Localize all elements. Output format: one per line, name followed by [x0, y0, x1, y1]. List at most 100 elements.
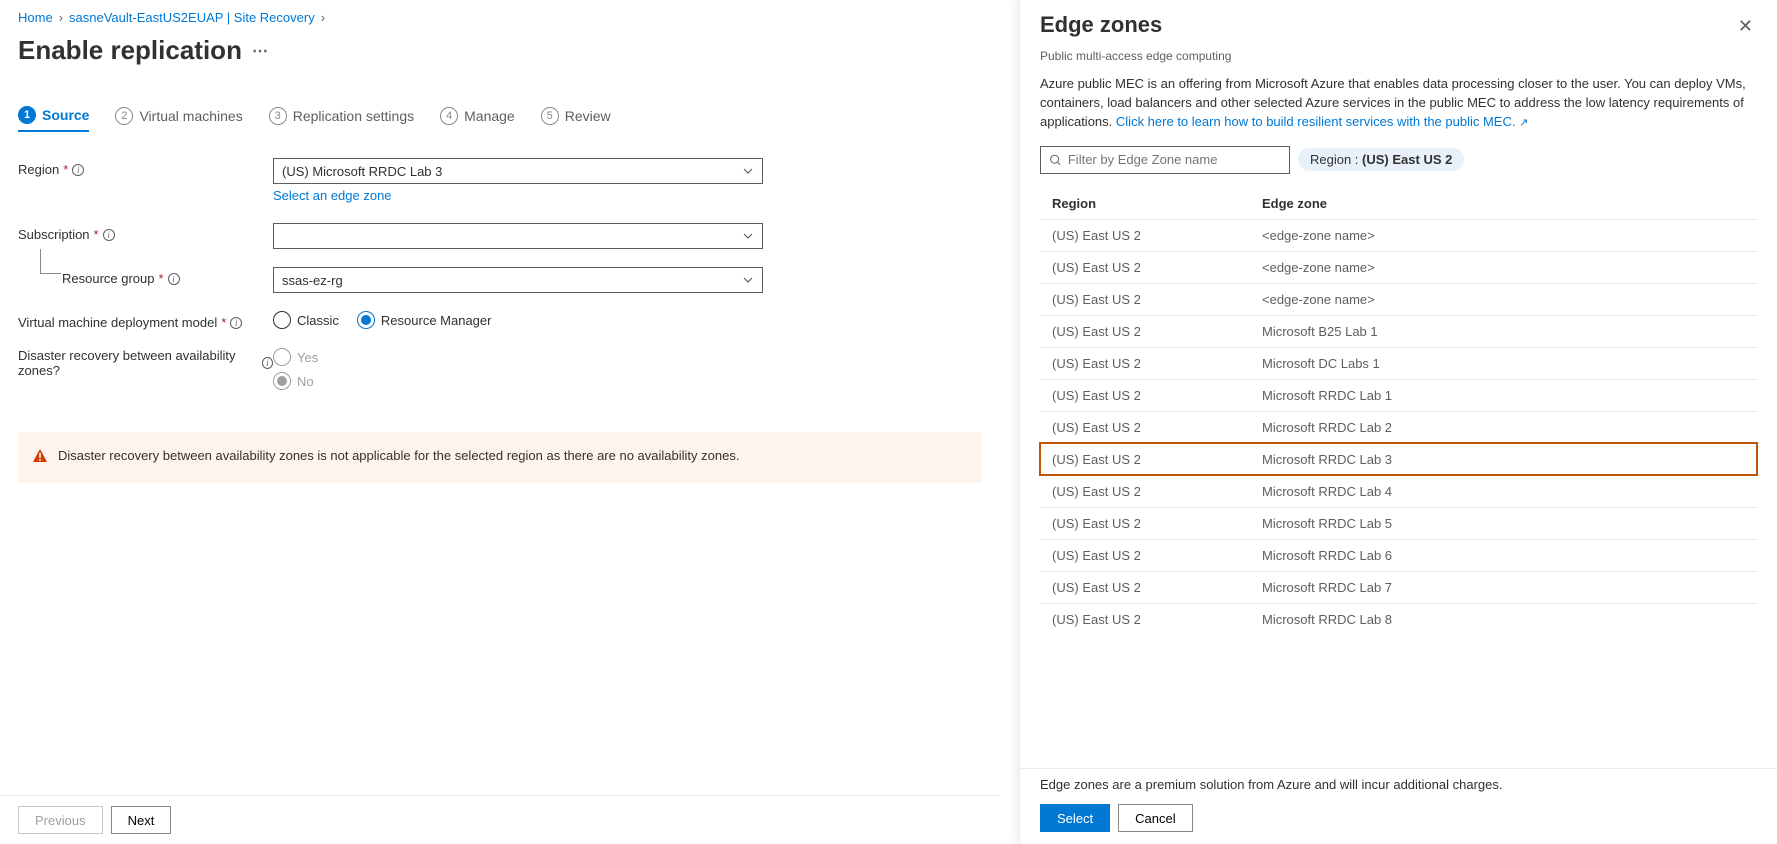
learn-more-link[interactable]: Click here to learn how to build resilie… [1116, 114, 1528, 129]
edge-zone-row[interactable]: (US) East US 2<edge-zone name> [1040, 283, 1757, 315]
pill-value: (US) East US 2 [1362, 152, 1452, 167]
row-edge-zone: Microsoft RRDC Lab 1 [1262, 388, 1392, 403]
region-dropdown[interactable]: (US) Microsoft RRDC Lab 3 [273, 158, 763, 184]
resource-group-value: ssas-ez-rg [282, 273, 343, 288]
row-edge-zone: <edge-zone name> [1262, 228, 1375, 243]
info-icon[interactable]: i [103, 229, 115, 241]
edge-zone-row[interactable]: (US) East US 2Microsoft DC Labs 1 [1040, 347, 1757, 379]
row-region: (US) East US 2 [1052, 388, 1262, 403]
wizard-step-replication-settings[interactable]: 3 Replication settings [269, 106, 414, 132]
panel-title: Edge zones [1040, 12, 1162, 38]
row-region: (US) East US 2 [1052, 484, 1262, 499]
radio-dr-yes: Yes [273, 348, 318, 366]
select-edge-zone-link[interactable]: Select an edge zone [273, 188, 392, 203]
page-title-text: Enable replication [18, 35, 242, 66]
learn-link-text: Click here to learn how to build resilie… [1116, 114, 1516, 129]
search-icon [1049, 153, 1062, 167]
row-edge-zone: Microsoft RRDC Lab 4 [1262, 484, 1392, 499]
info-icon[interactable]: i [72, 164, 84, 176]
step-number: 1 [18, 106, 36, 124]
close-icon[interactable]: ✕ [1734, 12, 1757, 41]
chevron-down-icon [742, 165, 754, 177]
row-edge-zone: Microsoft RRDC Lab 2 [1262, 420, 1392, 435]
warning-banner: Disaster recovery between availability z… [18, 432, 982, 483]
banner-text: Disaster recovery between availability z… [58, 448, 739, 463]
step-label: Source [42, 107, 89, 123]
next-button[interactable]: Next [111, 806, 172, 834]
page-title: Enable replication ⋯ [18, 35, 982, 66]
edge-zone-filter[interactable] [1040, 146, 1290, 174]
edge-zone-row[interactable]: (US) East US 2<edge-zone name> [1040, 219, 1757, 251]
row-region: (US) East US 2 [1052, 324, 1262, 339]
required-indicator: * [94, 227, 99, 242]
radio-label: Classic [297, 313, 339, 328]
region-value: (US) Microsoft RRDC Lab 3 [282, 164, 442, 179]
chevron-right-icon: › [321, 10, 325, 25]
radio-resource-manager[interactable]: Resource Manager [357, 311, 492, 329]
pill-label: Region : [1310, 152, 1358, 167]
region-filter-pill[interactable]: Region : (US) East US 2 [1298, 148, 1464, 171]
wizard-step-virtual-machines[interactable]: 2 Virtual machines [115, 106, 242, 132]
region-label: Region [18, 162, 59, 177]
radio-icon [357, 311, 375, 329]
warning-icon [32, 448, 48, 467]
edge-zone-row[interactable]: (US) East US 2Microsoft RRDC Lab 1 [1040, 379, 1757, 411]
more-menu-icon[interactable]: ⋯ [252, 41, 268, 61]
external-link-icon: ↗ [1519, 116, 1528, 132]
row-region: (US) East US 2 [1052, 228, 1262, 243]
row-region: (US) East US 2 [1052, 356, 1262, 371]
row-edge-zone: Microsoft DC Labs 1 [1262, 356, 1380, 371]
edge-zone-row[interactable]: (US) East US 2Microsoft B25 Lab 1 [1040, 315, 1757, 347]
subscription-dropdown[interactable] [273, 223, 763, 249]
wizard-step-review[interactable]: 5 Review [541, 106, 611, 132]
radio-icon [273, 348, 291, 366]
radio-classic[interactable]: Classic [273, 311, 339, 329]
edge-zone-row[interactable]: (US) East US 2Microsoft RRDC Lab 7 [1040, 571, 1757, 603]
edge-zone-row[interactable]: (US) East US 2Microsoft RRDC Lab 3 [1040, 443, 1757, 475]
row-edge-zone: <edge-zone name> [1262, 260, 1375, 275]
subscription-label: Subscription [18, 227, 90, 242]
edge-zone-row[interactable]: (US) East US 2<edge-zone name> [1040, 251, 1757, 283]
row-edge-zone: Microsoft RRDC Lab 6 [1262, 548, 1392, 563]
chevron-down-icon [742, 230, 754, 242]
dr-zones-label: Disaster recovery between availability z… [18, 348, 258, 378]
breadcrumb-home[interactable]: Home [18, 10, 53, 25]
info-icon[interactable]: i [262, 357, 273, 369]
step-number: 5 [541, 107, 559, 125]
info-icon[interactable]: i [168, 273, 180, 285]
step-label: Virtual machines [139, 108, 242, 124]
edge-zone-row[interactable]: (US) East US 2Microsoft RRDC Lab 6 [1040, 539, 1757, 571]
previous-button: Previous [18, 806, 103, 834]
edge-zone-row[interactable]: (US) East US 2Microsoft RRDC Lab 4 [1040, 475, 1757, 507]
step-label: Review [565, 108, 611, 124]
col-region: Region [1052, 196, 1262, 211]
wizard-step-source[interactable]: 1 Source [18, 106, 89, 132]
info-icon[interactable]: i [230, 317, 242, 329]
edge-zone-row[interactable]: (US) East US 2Microsoft RRDC Lab 5 [1040, 507, 1757, 539]
vm-model-label: Virtual machine deployment model [18, 315, 217, 330]
wizard-footer: Previous Next [0, 795, 1000, 844]
breadcrumb-vault[interactable]: sasneVault-EastUS2EUAP | Site Recovery [69, 10, 315, 25]
row-edge-zone: Microsoft B25 Lab 1 [1262, 324, 1378, 339]
step-label: Replication settings [293, 108, 414, 124]
filter-input-field[interactable] [1068, 152, 1281, 167]
row-edge-zone: Microsoft RRDC Lab 8 [1262, 612, 1392, 627]
edge-zones-panel: Edge zones ✕ Public multi-access edge co… [1019, 0, 1777, 844]
step-number: 3 [269, 107, 287, 125]
panel-subtitle: Public multi-access edge computing [1020, 49, 1777, 75]
edge-zone-row[interactable]: (US) East US 2Microsoft RRDC Lab 2 [1040, 411, 1757, 443]
resource-group-label: Resource group [62, 271, 155, 286]
chevron-right-icon: › [59, 10, 63, 25]
resource-group-dropdown[interactable]: ssas-ez-rg [273, 267, 763, 293]
radio-label: No [297, 374, 314, 389]
step-label: Manage [464, 108, 515, 124]
select-button[interactable]: Select [1040, 804, 1110, 832]
wizard-step-manage[interactable]: 4Manage [440, 106, 515, 132]
edge-zone-row[interactable]: (US) East US 2Microsoft RRDC Lab 8 [1040, 603, 1757, 635]
row-region: (US) East US 2 [1052, 292, 1262, 307]
radio-dr-no: No [273, 372, 314, 390]
row-region: (US) East US 2 [1052, 516, 1262, 531]
required-indicator: * [63, 162, 68, 177]
cancel-button[interactable]: Cancel [1118, 804, 1192, 832]
step-number: 2 [115, 107, 133, 125]
